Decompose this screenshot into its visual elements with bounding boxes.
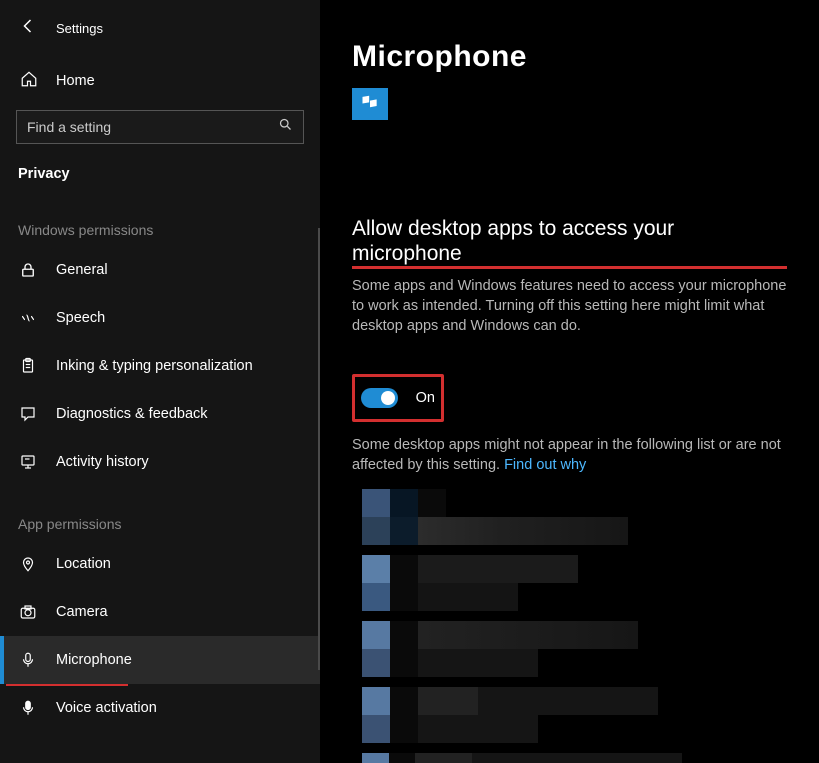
sidebar-item-label: Location xyxy=(56,556,111,572)
toggle-state-label: On xyxy=(416,390,435,406)
sidebar-home[interactable]: Home xyxy=(0,62,320,100)
sidebar-current-page: Privacy xyxy=(0,144,320,192)
sidebar-item-inking[interactable]: Inking & typing personalization xyxy=(0,342,320,390)
microphone-icon xyxy=(18,650,38,670)
sidebar-item-camera[interactable]: Camera xyxy=(0,588,320,636)
search-box[interactable] xyxy=(16,110,304,144)
section-heading: Allow desktop apps to access your microp… xyxy=(352,216,787,269)
scrollbar[interactable] xyxy=(318,228,320,670)
clipboard-icon xyxy=(18,356,38,376)
settings-sidebar: Settings Home Privacy Windows permission… xyxy=(0,0,320,763)
sidebar-item-general[interactable]: General xyxy=(0,246,320,294)
sidebar-item-location[interactable]: Location xyxy=(0,540,320,588)
search-icon xyxy=(278,117,293,137)
back-icon[interactable] xyxy=(20,17,38,40)
sidebar-item-microphone[interactable]: Microphone xyxy=(0,636,320,684)
sidebar-item-voice-activation[interactable]: Voice activation xyxy=(0,684,320,732)
sidebar-section-label: Windows permissions xyxy=(0,192,320,246)
sidebar-item-label: General xyxy=(56,262,108,278)
lock-icon xyxy=(18,260,38,280)
annotation-highlight-box: On xyxy=(352,374,444,422)
previous-app-icon xyxy=(352,88,388,120)
desktop-apps-list xyxy=(362,489,682,763)
camera-icon xyxy=(18,602,38,622)
location-icon xyxy=(18,554,38,574)
sidebar-home-label: Home xyxy=(56,73,95,89)
desktop-apps-mic-toggle[interactable] xyxy=(361,388,398,408)
feedback-icon xyxy=(18,404,38,424)
window-title: Settings xyxy=(56,21,103,36)
sidebar-item-label: Camera xyxy=(56,604,108,620)
sidebar-item-label: Diagnostics & feedback xyxy=(56,406,208,422)
section-note: Some desktop apps might not appear in th… xyxy=(352,436,787,475)
voice-activation-icon xyxy=(18,698,38,718)
sidebar-item-label: Inking & typing personalization xyxy=(56,358,253,374)
sidebar-item-label: Voice activation xyxy=(56,700,157,716)
sidebar-item-speech[interactable]: Speech xyxy=(0,294,320,342)
main-content: Microphone Allow desktop apps to access … xyxy=(320,0,819,763)
page-title: Microphone xyxy=(352,40,787,74)
sidebar-item-label: Speech xyxy=(56,310,105,326)
home-icon xyxy=(20,70,38,92)
find-out-why-link[interactable]: Find out why xyxy=(504,457,586,473)
section-description: Some apps and Windows features need to a… xyxy=(352,277,787,336)
sidebar-item-label: Microphone xyxy=(56,652,132,668)
sidebar-section-label: App permissions xyxy=(0,486,320,540)
sidebar-item-diagnostics[interactable]: Diagnostics & feedback xyxy=(0,390,320,438)
search-input[interactable] xyxy=(27,119,253,135)
sidebar-item-activity[interactable]: Activity history xyxy=(0,438,320,486)
activity-icon xyxy=(18,452,38,472)
sidebar-item-label: Activity history xyxy=(56,454,149,470)
speech-icon xyxy=(18,308,38,328)
